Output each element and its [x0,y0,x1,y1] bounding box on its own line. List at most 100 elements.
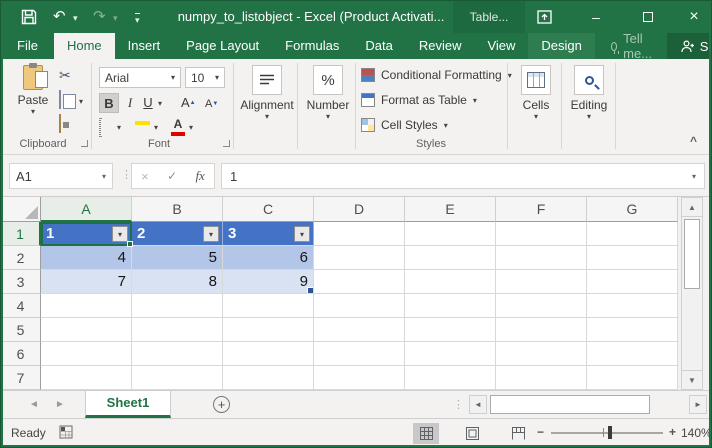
zoom-slider-thumb[interactable] [608,426,612,439]
cell-c4[interactable] [223,294,314,318]
minimize-button[interactable]: – [581,1,611,33]
zoom-slider-track[interactable] [551,432,663,434]
cell-b3[interactable]: 8 [132,270,223,294]
cut-button[interactable]: ✂ [59,67,71,84]
cell-e2[interactable] [405,246,496,270]
vertical-scrollbar[interactable]: ▲ ▼ [681,197,703,390]
scroll-up-icon[interactable]: ▲ [682,198,702,217]
redo-dropdown-icon[interactable]: ▾ [113,13,118,24]
cell-c3[interactable]: 9 [223,270,314,294]
insert-function-icon[interactable]: fx [195,168,204,184]
tab-data[interactable]: Data [352,33,405,59]
horizontal-scroll-thumb[interactable] [490,395,650,414]
cell-b1[interactable]: 2 ▾ [132,222,223,246]
select-all-button[interactable] [1,197,41,222]
font-family-select[interactable]: Arial ▾ [99,67,181,88]
font-color-dropdown-icon[interactable]: ▾ [189,123,193,132]
cell-c1[interactable]: 3 ▾ [223,222,314,246]
increase-font-size-button[interactable]: A▲ [181,93,196,113]
cell-b2[interactable]: 5 [132,246,223,270]
editing-button[interactable]: Editing ▾ [565,65,613,121]
cell-b7[interactable] [132,366,223,390]
fill-color-button[interactable] [135,119,150,125]
alignment-button[interactable]: Alignment ▾ [239,65,295,121]
cell-a1[interactable]: 1 ▾ [41,222,132,246]
cell-a7[interactable] [41,366,132,390]
row-header-5[interactable]: 5 [1,318,41,342]
cell-c6[interactable] [223,342,314,366]
cell-c5[interactable] [223,318,314,342]
sheet-next-icon[interactable]: ► [55,391,65,418]
copy-dropdown-icon[interactable]: ▾ [79,97,83,106]
tab-page-layout[interactable]: Page Layout [173,33,272,59]
underline-dropdown-icon[interactable]: ▾ [158,99,162,108]
view-page-layout-button[interactable] [459,423,485,444]
maximize-button[interactable] [633,1,663,33]
decrease-font-size-button[interactable]: A▼ [205,95,218,113]
cell-d6[interactable] [314,342,405,366]
clipboard-dialog-launcher-icon[interactable] [81,140,88,147]
customize-qat-icon[interactable]: ▾ [135,13,140,26]
view-normal-button[interactable] [413,423,439,444]
redo-button[interactable]: ↷ [93,1,106,33]
cell-g5[interactable] [587,318,678,342]
zoom-out-button[interactable]: − [537,425,544,439]
cell-d7[interactable] [314,366,405,390]
cell-b4[interactable] [132,294,223,318]
row-header-6[interactable]: 6 [1,342,41,366]
name-box[interactable]: A1 ▾ [9,163,113,189]
font-color-button[interactable]: A [171,117,185,136]
paste-dropdown-icon[interactable]: ▾ [31,107,35,116]
fill-handle[interactable] [127,241,133,247]
row-header-7[interactable]: 7 [1,366,41,390]
view-page-break-button[interactable] [505,423,531,444]
save-icon[interactable] [21,9,37,30]
column-header-g[interactable]: G [587,197,678,222]
undo-dropdown-icon[interactable]: ▾ [73,13,78,24]
format-painter-button[interactable] [59,115,61,133]
cell-g6[interactable] [587,342,678,366]
filter-dropdown-c1[interactable]: ▾ [294,226,310,242]
cell-b6[interactable] [132,342,223,366]
format-as-table-button[interactable]: Format as Table ▾ [361,93,477,107]
cell-styles-button[interactable]: Cell Styles ▾ [361,118,448,132]
cell-g1[interactable] [587,222,678,246]
cell-a3[interactable]: 7 [41,270,132,294]
zoom-in-button[interactable]: + [669,425,676,439]
cell-b5[interactable] [132,318,223,342]
underline-button[interactable]: U [141,93,155,113]
cell-d2[interactable] [314,246,405,270]
macro-record-icon[interactable] [59,425,73,442]
cell-g3[interactable] [587,270,678,294]
zoom-level[interactable]: 140% [681,426,709,440]
cell-d4[interactable] [314,294,405,318]
row-header-3[interactable]: 3 [1,270,41,294]
row-header-1[interactable]: 1 [1,222,41,246]
sheet-tab-sheet1[interactable]: Sheet1 [85,391,171,418]
font-dialog-launcher-icon[interactable] [223,140,230,147]
cell-d5[interactable] [314,318,405,342]
cell-a5[interactable] [41,318,132,342]
row-header-2[interactable]: 2 [1,246,41,270]
filter-dropdown-b1[interactable]: ▾ [203,226,219,242]
undo-button[interactable]: ↶ [53,1,66,33]
tab-scroll-splitter[interactable]: ⋮ [453,398,464,411]
hscroll-left-icon[interactable]: ◄ [469,395,487,414]
scroll-down-icon[interactable]: ▼ [682,370,702,389]
cell-e6[interactable] [405,342,496,366]
tab-view[interactable]: View [474,33,528,59]
cell-f2[interactable] [496,246,587,270]
cell-e5[interactable] [405,318,496,342]
column-header-d[interactable]: D [314,197,405,222]
vertical-scroll-thumb[interactable] [684,219,700,289]
conditional-formatting-button[interactable]: Conditional Formatting ▾ [361,68,512,82]
tab-file[interactable]: File [1,33,54,59]
cell-f3[interactable] [496,270,587,294]
tell-me-box[interactable]: Tell me... [599,33,667,59]
borders-dropdown-icon[interactable]: ▾ [117,123,121,132]
cell-e3[interactable] [405,270,496,294]
borders-button[interactable] [99,119,101,137]
sheet-prev-icon[interactable]: ◄ [29,391,39,418]
close-button[interactable]: × [679,1,709,33]
tab-design[interactable]: Design [528,33,594,59]
